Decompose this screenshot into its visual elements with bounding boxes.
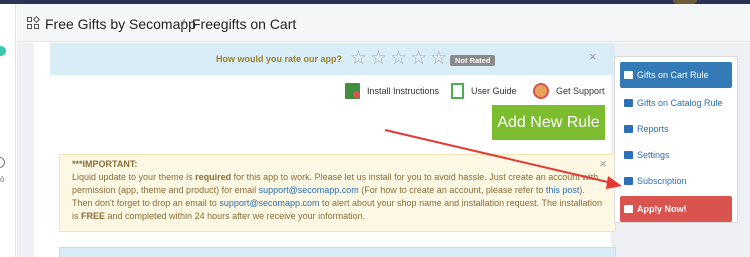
clock-icon[interactable]	[0, 157, 5, 168]
tag-icon	[624, 99, 633, 107]
notice-text: and completed within 24 hours after we r…	[105, 211, 366, 221]
get-support-label: Get Support	[556, 86, 605, 96]
app-content: How would you rate our app? ☆ ☆ ☆ ☆ ☆ No…	[17, 43, 750, 257]
close-icon[interactable]: ×	[589, 49, 597, 64]
apply-now-button[interactable]: Apply Now!	[620, 196, 732, 222]
page-title: Freegifts on Cart	[192, 16, 297, 32]
info-panel	[59, 247, 616, 257]
important-notice: ***IMPORTANT: Liquid update to your them…	[59, 154, 616, 232]
main-panel: How would you rate our app? ☆ ☆ ☆ ☆ ☆ No…	[34, 43, 616, 257]
sidebar-item-label: Settings	[637, 150, 670, 160]
sidebar-item-reports[interactable]: Reports	[620, 116, 732, 142]
get-support-link[interactable]: Get Support	[533, 81, 605, 101]
envelope-icon	[624, 177, 633, 185]
notice-body: Liquid update to your theme is required …	[72, 171, 603, 223]
this-post-link[interactable]: this post	[546, 185, 580, 195]
install-instructions-label: Install Instructions	[367, 86, 440, 96]
star-icon[interactable]: ☆	[370, 49, 387, 68]
user-guide-link[interactable]: User Guide	[451, 81, 517, 101]
close-icon[interactable]: ×	[599, 157, 607, 170]
sidebar-item-label: Gifts on Catalog Rule	[637, 98, 723, 108]
rating-banner: How would you rate our app? ☆ ☆ ☆ ☆ ☆ No…	[50, 43, 615, 75]
breadcrumb-separator: /	[181, 16, 185, 32]
gears-icon	[624, 151, 633, 159]
support-agent-icon	[533, 83, 549, 99]
rating-stars: ☆ ☆ ☆ ☆ ☆	[350, 49, 447, 68]
star-icon[interactable]: ☆	[350, 49, 367, 68]
rating-question: How would you rate our app?	[216, 54, 342, 64]
sidebar-item-gifts-on-cart-rule[interactable]: Gifts on Cart Rule	[620, 62, 732, 88]
sidebar-item-label: Gifts on Cart Rule	[637, 70, 709, 80]
status-dot-icon	[0, 46, 6, 56]
app-title-bar: Free Gifts by Secomapp / Freegifts on Ca…	[17, 4, 750, 42]
app-grid-icon	[27, 15, 41, 30]
notice-text: Liquid update to your theme is	[72, 172, 196, 182]
star-icon[interactable]: ☆	[390, 49, 407, 68]
notice-title: ***IMPORTANT:	[72, 159, 138, 169]
support-email-link[interactable]: support@secomapp.com	[259, 185, 359, 195]
notice-required: required	[195, 172, 232, 182]
sidebar-item-settings[interactable]: Settings	[620, 142, 732, 168]
save-icon	[624, 205, 633, 213]
sidebar-item-gifts-on-catalog-rule[interactable]: Gifts on Catalog Rule	[620, 90, 732, 116]
add-new-rule-button[interactable]: Add New Rule	[492, 105, 605, 140]
sidebar-item-subscription[interactable]: Subscription	[620, 168, 732, 194]
notice-free: FREE	[81, 211, 106, 221]
breadcrumb-app-link[interactable]: Free Gifts by Secomapp	[45, 16, 196, 32]
sidebar-item-label: Subscription	[637, 176, 687, 186]
cart-icon	[624, 71, 633, 79]
rating-status-badge: Not Rated	[450, 55, 496, 66]
guide-book-icon	[451, 83, 464, 99]
sidebar-item-label: Reports	[637, 124, 669, 134]
left-nav-strip: ō	[0, 4, 16, 257]
bar-chart-icon	[624, 125, 633, 133]
notice-text: (For how to create an account, please re…	[358, 185, 546, 195]
support-email-link[interactable]: support@secomapp.com	[219, 198, 319, 208]
star-icon[interactable]: ☆	[410, 49, 427, 68]
rules-sidebar: Gifts on Cart Rule Gifts on Catalog Rule…	[614, 56, 738, 223]
star-icon[interactable]: ☆	[430, 49, 447, 68]
sidebar-item-label: Apply Now!	[637, 204, 687, 214]
user-guide-label: User Guide	[471, 86, 517, 96]
install-icon	[345, 83, 360, 99]
nav-fragment-icon: ō	[0, 175, 5, 184]
install-instructions-link[interactable]: Install Instructions	[345, 81, 439, 101]
